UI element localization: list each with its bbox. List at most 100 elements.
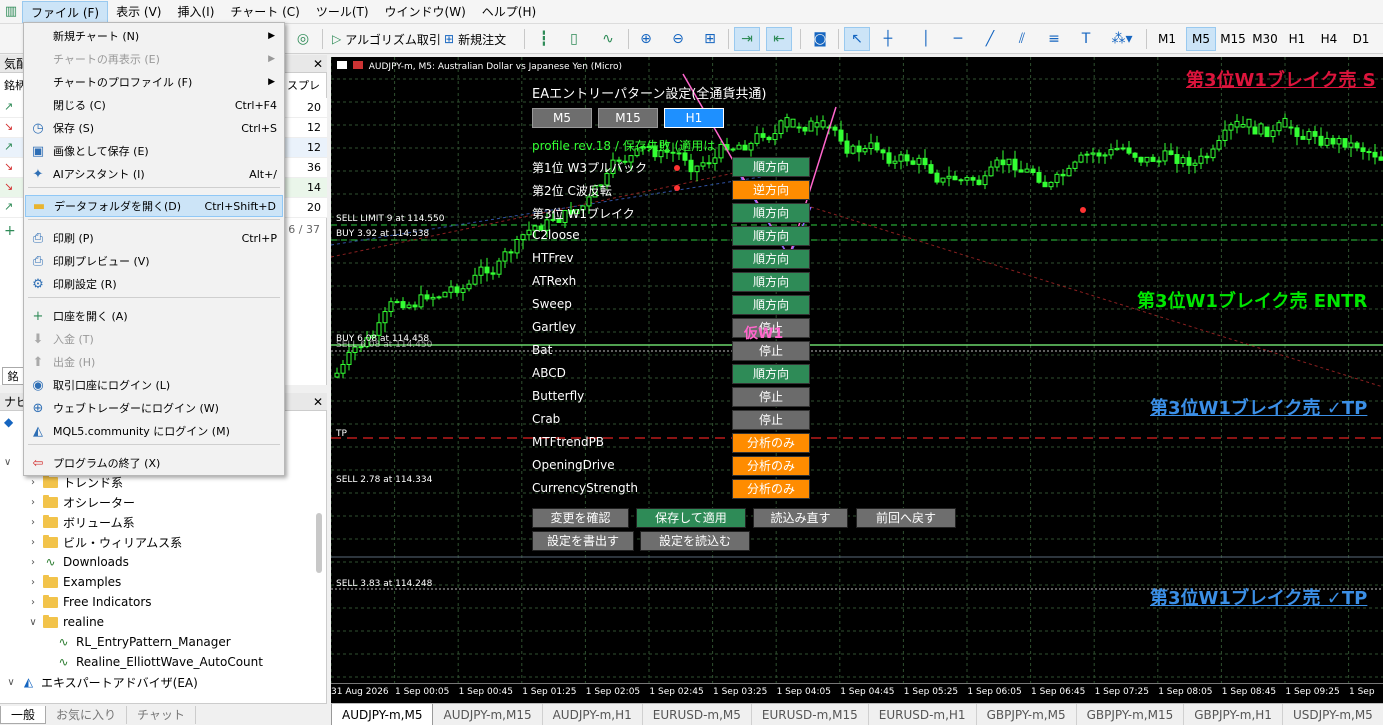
pattern-state-button[interactable]: 逆方向: [732, 180, 810, 200]
navigator-item[interactable]: › オシレーター: [28, 492, 135, 512]
file-menu-item[interactable]: 閉じる (C) Ctrl+F4: [25, 94, 283, 116]
app-icon[interactable]: ▥: [0, 0, 22, 24]
text-icon[interactable]: T: [1074, 27, 1098, 51]
file-menu-item[interactable]: + 口座を開く (A): [25, 305, 283, 327]
tf-h1-button[interactable]: H1: [1282, 27, 1312, 51]
trendline-icon[interactable]: ╱: [978, 27, 1002, 51]
file-menu-item[interactable]: ⇦ プログラムの終了 (X): [25, 452, 283, 474]
pattern-state-button[interactable]: 順方向: [732, 272, 810, 292]
chevron-right-icon[interactable]: ›: [28, 577, 38, 588]
channel-icon[interactable]: ⫽: [1010, 27, 1034, 51]
chart-tab[interactable]: GBPJPY-m,H1: [1184, 703, 1283, 725]
candlestick-icon[interactable]: ▯: [562, 27, 586, 51]
navigator-item[interactable]: › Examples: [28, 572, 121, 592]
chevron-right-icon[interactable]: ›: [28, 557, 38, 568]
pattern-state-button[interactable]: 分析のみ: [732, 479, 810, 499]
crosshair-icon[interactable]: ┼: [876, 27, 900, 51]
grid-icon[interactable]: ⊞: [698, 27, 722, 51]
pattern-state-button[interactable]: 停止: [732, 341, 810, 361]
chevron-right-icon[interactable]: ›: [28, 497, 38, 508]
action-button[interactable]: 変更を確認: [532, 508, 629, 528]
tab-chat[interactable]: チャット: [127, 705, 196, 724]
action-button[interactable]: 読込み直す: [753, 508, 848, 528]
menu-chart[interactable]: チャート (C): [222, 1, 307, 23]
menu-tools[interactable]: ツール(T): [308, 1, 377, 23]
chevron-right-icon[interactable]: ›: [28, 517, 38, 528]
bar-chart-icon[interactable]: ┇: [532, 27, 556, 51]
pattern-state-button[interactable]: 分析のみ: [732, 456, 810, 476]
menu-window[interactable]: ウインドウ(W): [377, 1, 474, 23]
cursor-icon[interactable]: ↖: [844, 27, 870, 51]
action-button[interactable]: 設定を読込む: [640, 531, 750, 551]
file-menu-item[interactable]: ▣ 画像として保存 (E): [25, 140, 283, 162]
tf-m30-button[interactable]: M30: [1250, 27, 1280, 51]
pattern-state-button[interactable]: 順方向: [732, 203, 810, 223]
chevron-down-icon[interactable]: ∨: [6, 677, 16, 688]
tf-h4-button[interactable]: H4: [1314, 27, 1344, 51]
pattern-state-button[interactable]: 停止: [732, 410, 810, 430]
vertical-line-icon[interactable]: │: [914, 27, 938, 51]
market-tab[interactable]: 銘: [2, 367, 24, 385]
new-order-button[interactable]: ⊞ 新規注文: [440, 27, 510, 51]
navigator-item[interactable]: ∨ realine: [28, 612, 104, 632]
action-button[interactable]: 前回へ戻す: [856, 508, 956, 528]
file-menu-item[interactable]: チャートのプロファイル (F) ▶: [25, 71, 283, 93]
action-button[interactable]: 保存して適用: [636, 508, 746, 528]
add-symbol-icon[interactable]: +: [4, 223, 16, 239]
zoom-out-icon[interactable]: ⊖: [666, 27, 690, 51]
file-menu-item[interactable]: ⚙ 印刷設定 (R): [25, 273, 283, 295]
pattern-state-button[interactable]: 順方向: [732, 157, 810, 177]
fibonacci-icon[interactable]: ≡: [1042, 27, 1066, 51]
pattern-state-button[interactable]: 順方向: [732, 364, 810, 384]
file-menu-item[interactable]: ◭ MQL5.community にログイン (M): [25, 420, 283, 442]
pattern-state-button[interactable]: 停止: [732, 387, 810, 407]
account-icon[interactable]: ◎: [290, 27, 316, 51]
file-menu-item[interactable]: ⎙ 印刷 (P) Ctrl+P: [25, 227, 283, 249]
chart-tab[interactable]: GBPJPY-m,M5: [977, 703, 1077, 725]
chart-tab[interactable]: EURUSD-m,H1: [869, 703, 977, 725]
pattern-state-button[interactable]: 順方向: [732, 249, 810, 269]
chart-tab[interactable]: AUDJPY-m,H1: [543, 703, 643, 725]
navigator-item[interactable]: ∿ RL_EntryPattern_Manager: [56, 632, 230, 652]
chart-tab[interactable]: AUDJPY-m,M15: [433, 703, 543, 725]
pattern-state-button[interactable]: 分析のみ: [732, 433, 810, 453]
chevron-right-icon[interactable]: ›: [28, 597, 38, 608]
close-icon[interactable]: ✕: [313, 393, 323, 411]
file-menu-item[interactable]: ✦ AIアシスタント (I) Alt+/: [25, 163, 283, 185]
shapes-icon[interactable]: ⁂▾: [1104, 27, 1140, 51]
action-button[interactable]: 設定を書出す: [532, 531, 634, 551]
close-icon[interactable]: ✕: [313, 55, 323, 73]
zoom-in-icon[interactable]: ⊕: [634, 27, 658, 51]
tf-m15-button[interactable]: M15: [1218, 27, 1248, 51]
navigator-item[interactable]: ∿ Realine_ElliottWave_AutoCount: [56, 652, 263, 672]
tab-general[interactable]: 一般: [0, 705, 47, 724]
tf-m1-button[interactable]: M1: [1152, 27, 1182, 51]
navigator-item[interactable]: ∨ ◭ エキスパートアドバイザ(EA): [6, 672, 197, 692]
pattern-state-button[interactable]: 順方向: [732, 295, 810, 315]
chart-tab[interactable]: EURUSD-m,M15: [752, 703, 869, 725]
menu-help[interactable]: ヘルプ(H): [474, 1, 544, 23]
navigator-item[interactable]: › ビル・ウィリアムス系: [28, 532, 182, 552]
navigator-scrollbar[interactable]: [316, 513, 322, 573]
file-menu-item[interactable]: 新規チャート (N) ▶: [25, 25, 283, 47]
file-menu-item[interactable]: ⎙ 印刷プレビュー (V): [25, 250, 283, 272]
file-menu-item[interactable]: ⊕ ウェブトレーダーにログイン (W): [25, 397, 283, 419]
horizontal-line-icon[interactable]: ─: [946, 27, 970, 51]
auto-scroll-icon[interactable]: ⇥: [734, 27, 760, 51]
chart-shift-icon[interactable]: ⇤: [766, 27, 792, 51]
chart-tab[interactable]: EURUSD-m,M5: [643, 703, 752, 725]
navigator-item[interactable]: › ボリューム系: [28, 512, 135, 532]
navigator-item[interactable]: › Free Indicators: [28, 592, 152, 612]
algo-trading-button[interactable]: ▷ アルゴリズム取引: [328, 27, 445, 51]
menu-file[interactable]: ファイル (F): [22, 0, 109, 23]
pattern-state-button[interactable]: 順方向: [732, 226, 810, 246]
file-menu-item[interactable]: ◉ 取引口座にログイン (L): [25, 374, 283, 396]
menu-view[interactable]: 表示 (V): [108, 1, 169, 23]
chevron-right-icon[interactable]: ›: [28, 537, 38, 548]
chart-tab[interactable]: USDJPY-m,M5: [1283, 703, 1383, 725]
chart-menu-icon[interactable]: [337, 61, 347, 69]
file-menu-item[interactable]: ◷ 保存 (S) Ctrl+S: [25, 117, 283, 139]
tf-m5-select[interactable]: M5: [532, 108, 592, 128]
tf-d1-button[interactable]: D1: [1346, 27, 1376, 51]
tf-m15-select[interactable]: M15: [598, 108, 658, 128]
